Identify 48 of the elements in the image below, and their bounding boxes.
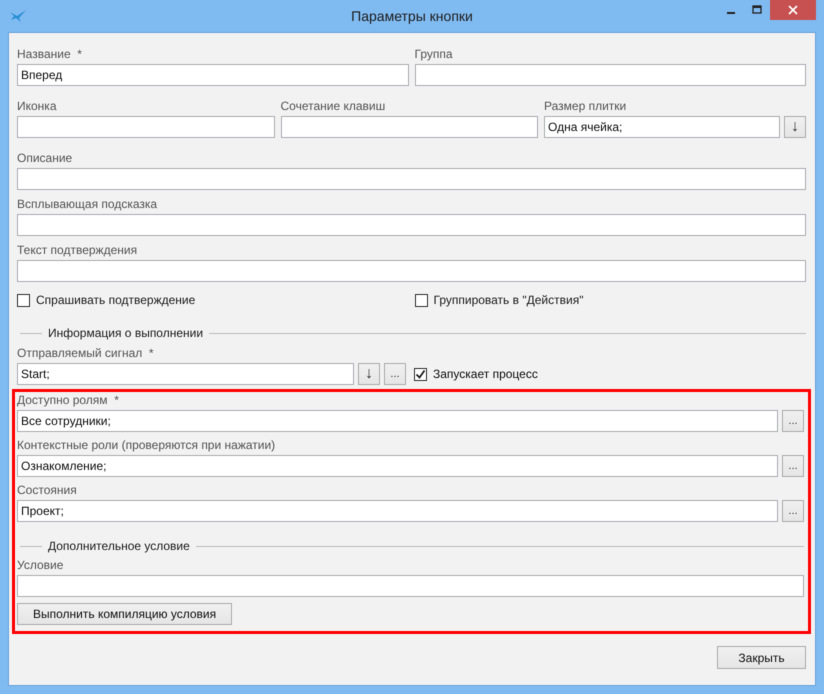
input-field[interactable]: Проект; bbox=[17, 500, 778, 522]
field-label: Сочетание клавиш bbox=[280, 98, 386, 114]
field-label: Описание bbox=[17, 150, 72, 166]
checkbox-label: Спрашивать подтверждение bbox=[36, 293, 196, 307]
maximize-icon bbox=[752, 5, 762, 15]
field-label: Контекстные роли (проверяются при нажатии) bbox=[17, 437, 276, 453]
checkbox[interactable] bbox=[17, 294, 30, 306]
checkbox-label: Запускает процесс bbox=[433, 367, 538, 381]
input-field[interactable] bbox=[414, 64, 806, 86]
section-title: Дополнительное условие bbox=[48, 538, 190, 554]
input-field[interactable]: Одна ячейка; bbox=[544, 116, 780, 138]
input-field[interactable] bbox=[17, 575, 804, 597]
field-label: Размер плитки bbox=[544, 98, 626, 114]
close-dialog-button[interactable]: Закрыть bbox=[717, 646, 806, 669]
browse-button[interactable]: ... bbox=[782, 500, 804, 522]
input-field[interactable] bbox=[17, 168, 806, 190]
browse-button[interactable]: ... bbox=[384, 363, 406, 385]
input-field[interactable]: Start; bbox=[17, 363, 354, 385]
field-label: Иконка bbox=[17, 98, 56, 114]
input-field[interactable] bbox=[17, 260, 806, 282]
field-label: Название * bbox=[17, 46, 82, 62]
input-field[interactable]: Ознакомление; bbox=[17, 455, 778, 477]
minimize-icon bbox=[727, 12, 735, 14]
window-title: Параметры кнопки bbox=[351, 8, 473, 24]
bird-logo-icon bbox=[9, 9, 27, 23]
dropdown-button[interactable]: ↓ bbox=[784, 116, 806, 138]
field-label: Всплывающая подсказка bbox=[17, 196, 158, 212]
checkbox[interactable] bbox=[414, 294, 428, 306]
field-label: Доступно ролям * bbox=[17, 392, 119, 408]
dropdown-button[interactable]: ↓ bbox=[358, 363, 380, 385]
browse-button[interactable]: ... bbox=[782, 455, 804, 477]
field-label: Группа bbox=[414, 46, 453, 62]
checkbox[interactable] bbox=[414, 368, 427, 380]
field-label: Условие bbox=[17, 557, 64, 573]
compile-button[interactable]: Выполнить компиляцию условия bbox=[17, 603, 232, 625]
close-button[interactable] bbox=[770, 0, 816, 20]
input-field[interactable] bbox=[17, 116, 274, 138]
input-field[interactable]: Все сотрудники; bbox=[17, 410, 778, 432]
field-label: Текст подтверждения bbox=[17, 242, 138, 258]
input-field[interactable] bbox=[280, 116, 538, 138]
input-field[interactable] bbox=[17, 214, 806, 236]
field-label: Отправляемый сигнал * bbox=[17, 345, 154, 361]
checkbox-label: Группировать в "Действия" bbox=[434, 293, 584, 307]
browse-button[interactable]: ... bbox=[782, 410, 804, 432]
field-label: Состояния bbox=[17, 482, 77, 498]
close-icon bbox=[788, 5, 798, 15]
section-title: Информация о выполнении bbox=[48, 325, 204, 341]
input-field[interactable]: Вперед bbox=[17, 64, 408, 86]
